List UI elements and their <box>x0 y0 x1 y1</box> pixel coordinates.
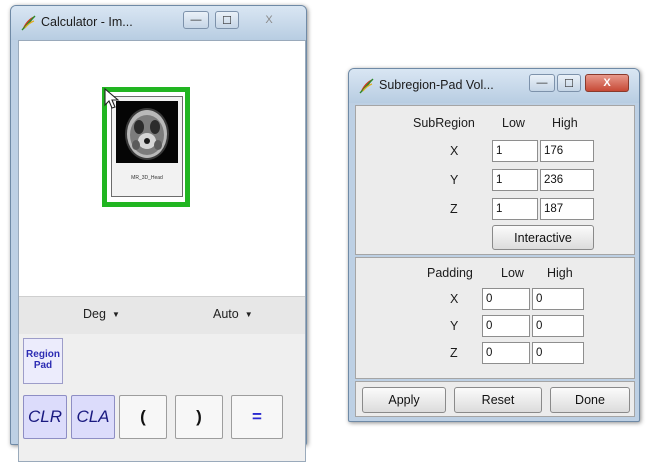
padding-panel: Padding Low High X 0 0 Y 0 0 Z 0 0 <box>355 257 635 379</box>
calculator-window: Calculator - Im... — ☐ X MR_3D_Head Deg … <box>10 5 307 462</box>
subregion-y-low-input[interactable]: 1 <box>492 169 538 191</box>
padding-x-low-input[interactable]: 0 <box>482 288 530 310</box>
subregion-z-low-input[interactable]: 1 <box>492 198 538 220</box>
subregion-x-low-input[interactable]: 1 <box>492 140 538 162</box>
padding-high-header: High <box>547 266 573 280</box>
padding-low-header: Low <box>501 266 524 280</box>
feather-app-icon <box>21 15 36 31</box>
apply-button[interactable]: Apply <box>362 387 446 413</box>
keypad-row: CLR CLA ( ) = <box>19 389 305 461</box>
thumbnail-label: MR_3D_Head <box>131 175 163 181</box>
feather-app-icon <box>359 78 374 94</box>
subregion-panel: SubRegion Low High X 1 176 Y 1 236 Z 1 1… <box>355 105 635 255</box>
format-mode-value: Auto <box>213 307 239 321</box>
close-button[interactable]: X <box>585 74 629 92</box>
maximize-button[interactable]: ☐ <box>215 11 239 29</box>
action-button-bar: Apply Reset Done <box>355 381 635 417</box>
padding-z-label: Z <box>450 346 458 360</box>
padding-y-label: Y <box>450 319 459 333</box>
equals-key[interactable]: = <box>231 395 283 439</box>
caret-down-icon: ▼ <box>244 310 253 320</box>
maximize-button[interactable]: ☐ <box>557 74 581 92</box>
function-button-row: Region Pad <box>19 334 305 389</box>
padding-z-low-input[interactable]: 0 <box>482 342 530 364</box>
low-header: Low <box>502 116 525 130</box>
subregion-x-high-input[interactable]: 176 <box>540 140 594 162</box>
angle-mode-value: Deg <box>83 307 106 321</box>
reset-button[interactable]: Reset <box>454 387 542 413</box>
mouse-pointer-icon <box>104 88 120 109</box>
angle-mode-dropdown[interactable]: Deg ▼ <box>83 307 120 321</box>
padding-y-low-input[interactable]: 0 <box>482 315 530 337</box>
close-icon: X <box>603 77 611 89</box>
brain-mri-image <box>116 101 178 163</box>
subregion-z-high-input[interactable]: 187 <box>540 198 594 220</box>
subregion-titlebar[interactable]: Subregion-Pad Vol... — ☐ X <box>349 69 639 103</box>
subregion-header: SubRegion <box>413 116 475 130</box>
padding-x-label: X <box>450 292 459 306</box>
thumbnail-card: MR_3D_Head <box>111 96 183 197</box>
minimize-icon: — <box>536 77 548 89</box>
calculator-titlebar[interactable]: Calculator - Im... — ☐ X <box>11 6 306 40</box>
interactive-button[interactable]: Interactive <box>492 225 594 250</box>
close-icon: X <box>265 14 273 26</box>
z-axis-label: Z <box>450 202 458 216</box>
region-pad-button[interactable]: Region Pad <box>23 338 63 384</box>
padding-x-high-input[interactable]: 0 <box>532 288 584 310</box>
x-axis-label: X <box>450 144 459 158</box>
close-button[interactable]: X <box>257 11 281 29</box>
minimize-icon: — <box>190 14 202 26</box>
minimize-button[interactable]: — <box>183 11 209 29</box>
format-mode-dropdown[interactable]: Auto ▼ <box>213 307 253 321</box>
padding-header: Padding <box>427 266 473 280</box>
open-paren-key[interactable]: ( <box>119 395 167 439</box>
maximize-icon: ☐ <box>222 14 232 27</box>
region-pad-label-line1: Region <box>26 349 60 360</box>
subregion-y-high-input[interactable]: 236 <box>540 169 594 191</box>
maximize-icon: ☐ <box>564 77 574 90</box>
minimize-button[interactable]: — <box>529 74 555 92</box>
done-button[interactable]: Done <box>550 387 630 413</box>
mode-bar: Deg ▼ Auto ▼ <box>19 296 305 335</box>
calculator-title: Calculator - Im... <box>41 15 133 29</box>
padding-y-high-input[interactable]: 0 <box>532 315 584 337</box>
caret-down-icon: ▼ <box>111 310 120 320</box>
high-header: High <box>552 116 578 130</box>
calculator-client-area: MR_3D_Head Deg ▼ Auto ▼ Region Pad CLR CLA… <box>18 40 306 462</box>
subregion-title: Subregion-Pad Vol... <box>379 78 494 92</box>
y-axis-label: Y <box>450 173 459 187</box>
close-paren-key[interactable]: ) <box>175 395 223 439</box>
region-pad-label-line2: Pad <box>33 360 53 371</box>
cla-key[interactable]: CLA <box>71 395 115 439</box>
subregion-pad-window: Subregion-Pad Vol... — ☐ X SubRegion Low… <box>348 68 640 422</box>
padding-z-high-input[interactable]: 0 <box>532 342 584 364</box>
clr-key[interactable]: CLR <box>23 395 67 439</box>
